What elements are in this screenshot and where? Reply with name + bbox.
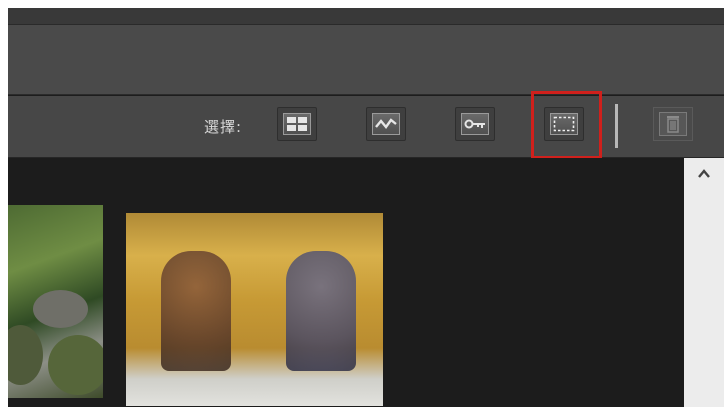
trash-icon [659,112,687,136]
select-label: 選擇: [204,118,243,136]
vertical-scrollbar[interactable] [684,158,724,407]
highlight-frame [531,91,602,159]
grid-view-button[interactable] [277,107,317,141]
app-window: 選擇: [8,8,724,407]
key-icon [461,113,489,135]
delete-button[interactable] [653,107,693,141]
scroll-up-button[interactable] [690,162,718,186]
statue-figure [161,251,231,371]
rock-shape [48,335,103,395]
rock-shape [8,325,43,385]
waveform-icon [372,113,400,135]
waveform-button[interactable] [366,107,406,141]
rock-shape [33,290,88,328]
statue-figure [286,251,356,371]
chevron-up-icon [698,169,710,178]
grid-icon [283,113,311,135]
selection-toolbar: 選擇: [8,91,724,159]
temple-statues-thumbnail[interactable] [126,213,383,406]
title-bar [8,8,724,25]
key-button[interactable] [455,107,495,141]
toolbar-divider [615,104,618,148]
header-band [8,25,724,95]
thumbnail-gallery [8,158,684,407]
forest-waterfall-thumbnail[interactable] [8,205,103,398]
